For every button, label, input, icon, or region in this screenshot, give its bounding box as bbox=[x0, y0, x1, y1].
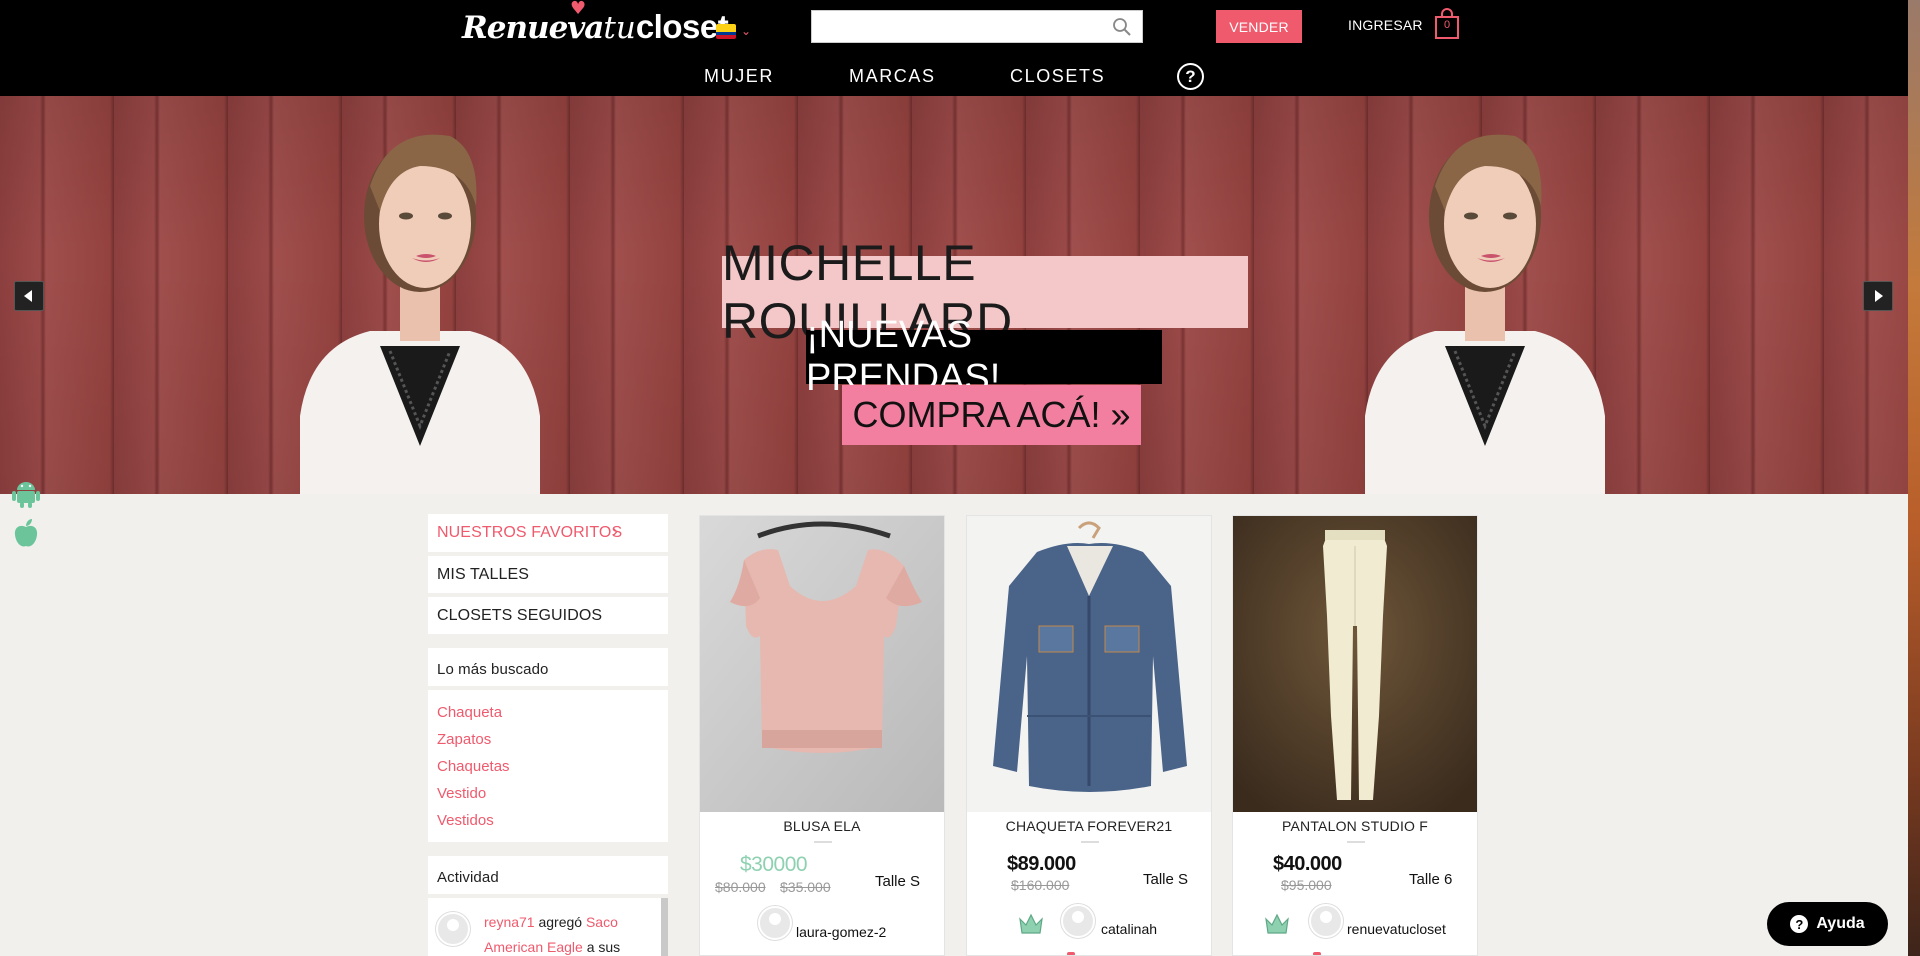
site-logo[interactable]: Renuevatucloset bbox=[462, 8, 729, 46]
apple-icon[interactable] bbox=[12, 518, 40, 548]
product-image[interactable] bbox=[1233, 516, 1477, 812]
sidebar-item-followed-closets[interactable]: CLOSETS SEGUIDOS bbox=[437, 607, 602, 625]
product-card[interactable]: CHAQUETA FOREVER21 $89.000 $160.000 Tall… bbox=[966, 515, 1212, 956]
login-link[interactable]: INGRESAR bbox=[1348, 17, 1423, 33]
nav-closets[interactable]: CLOSETS bbox=[1010, 66, 1105, 87]
help-circle-icon[interactable]: ? bbox=[1177, 63, 1204, 90]
hero-cta[interactable]: COMPRA ACÁ! » bbox=[842, 385, 1141, 445]
like-indicator bbox=[1067, 952, 1075, 955]
nav-marcas[interactable]: MARCAS bbox=[849, 66, 936, 87]
activity-verb: agregó bbox=[538, 914, 583, 930]
sidebar-item-my-sizes[interactable]: MIS TALLES bbox=[437, 566, 529, 584]
product-price: $89.000 bbox=[1007, 853, 1076, 875]
activity-scrollbar[interactable] bbox=[661, 898, 668, 956]
chevron-down-icon[interactable]: ⌄ bbox=[741, 24, 751, 38]
title-divider bbox=[1347, 841, 1365, 843]
avatar[interactable] bbox=[436, 912, 470, 946]
product-original-price: $95.000 bbox=[1281, 877, 1332, 893]
search-link-vestidos[interactable]: Vestidos bbox=[437, 812, 494, 829]
avatar[interactable] bbox=[1309, 904, 1343, 938]
product-title[interactable]: BLUSA ELA bbox=[700, 818, 944, 834]
product-card[interactable]: PANTALON STUDIO F $40.000 $95.000 Talle … bbox=[1232, 515, 1478, 956]
product-card[interactable]: BLUSA ELA $30000 $80.000 $35.000 Talle S… bbox=[699, 515, 945, 956]
help-button-label: Ayuda bbox=[1816, 915, 1865, 932]
carousel-next-button[interactable] bbox=[1863, 281, 1893, 311]
product-size: Talle 6 bbox=[1409, 871, 1453, 888]
activity-title: Actividad bbox=[437, 869, 499, 886]
crown-icon bbox=[1019, 913, 1043, 934]
hero-subheadline: ¡NUEVAS PRENDAS! bbox=[806, 314, 1162, 399]
product-title[interactable]: PANTALON STUDIO F bbox=[1233, 818, 1477, 834]
desktop-background-edge bbox=[1908, 0, 1920, 956]
search-bar bbox=[811, 10, 1143, 43]
sell-button[interactable]: VENDER bbox=[1216, 10, 1302, 43]
title-divider bbox=[814, 841, 832, 843]
product-title[interactable]: CHAQUETA FOREVER21 bbox=[967, 818, 1211, 834]
avatar[interactable] bbox=[1061, 904, 1095, 938]
logo-heart-icon: ♥ bbox=[570, 0, 587, 19]
product-size: Talle S bbox=[1143, 871, 1189, 888]
product-previous-price: $35.000 bbox=[780, 879, 831, 895]
sidebar-item-favorites[interactable]: NUESTROS FAVORITOS bbox=[437, 524, 622, 542]
search-input[interactable] bbox=[812, 11, 1102, 42]
cart-count: 0 bbox=[1443, 19, 1451, 31]
top-header: Renuevatucloset ♥ ⌄ VENDER INGRESAR 0 MU… bbox=[0, 0, 1908, 96]
product-original-price: $80.000 bbox=[715, 879, 766, 895]
chevron-right-icon bbox=[1875, 290, 1883, 302]
hero-model-image-right bbox=[1365, 134, 1605, 494]
title-divider bbox=[1081, 841, 1099, 843]
android-icon[interactable] bbox=[12, 478, 40, 508]
search-link-zapatos[interactable]: Zapatos bbox=[437, 731, 491, 748]
search-link-chaqueta[interactable]: Chaqueta bbox=[437, 704, 502, 721]
seller-name[interactable]: renuevatucloset bbox=[1347, 921, 1446, 937]
hero-banner[interactable]: MICHELLE ROUILLARD ¡NUEVAS PRENDAS! COMP… bbox=[0, 96, 1908, 494]
search-icon[interactable] bbox=[1112, 17, 1132, 37]
most-searched-title: Lo más buscado bbox=[437, 661, 549, 678]
country-flag-icon[interactable] bbox=[716, 24, 736, 39]
activity-tail: a sus bbox=[586, 939, 621, 955]
like-indicator bbox=[1313, 952, 1321, 955]
product-image[interactable] bbox=[700, 516, 944, 812]
help-chat-button[interactable]: ? Ayuda bbox=[1767, 902, 1888, 946]
search-link-chaquetas[interactable]: Chaquetas bbox=[437, 758, 510, 775]
activity-user-link[interactable]: reyna71 bbox=[484, 914, 535, 930]
logo-text-tu: tu bbox=[603, 10, 636, 46]
activity-item-link-1[interactable]: Saco bbox=[586, 914, 618, 930]
carousel-prev-button[interactable] bbox=[14, 281, 44, 311]
seller-name[interactable]: catalinah bbox=[1101, 921, 1157, 937]
avatar[interactable] bbox=[758, 906, 792, 940]
product-image[interactable] bbox=[967, 516, 1211, 812]
seller-name[interactable]: laura-gomez-2 bbox=[796, 924, 886, 940]
crown-icon bbox=[1265, 913, 1289, 934]
help-icon: ? bbox=[1790, 915, 1809, 933]
activity-item-link-2[interactable]: American Eagle bbox=[484, 939, 583, 955]
activity-item: reyna71 agregó Saco American Eagle a sus bbox=[484, 910, 654, 956]
product-size: Talle S bbox=[875, 873, 921, 890]
nav-mujer[interactable]: MUJER bbox=[704, 66, 774, 87]
hero-model-image-left bbox=[300, 134, 540, 494]
logo-text-closet: closet bbox=[635, 8, 729, 45]
chevron-right-icon: › bbox=[612, 521, 619, 541]
product-price: $30000 bbox=[740, 853, 808, 876]
product-price: $40.000 bbox=[1273, 853, 1342, 875]
chevron-left-icon bbox=[24, 290, 32, 302]
product-original-price: $160.000 bbox=[1011, 877, 1070, 893]
search-link-vestido[interactable]: Vestido bbox=[437, 785, 486, 802]
